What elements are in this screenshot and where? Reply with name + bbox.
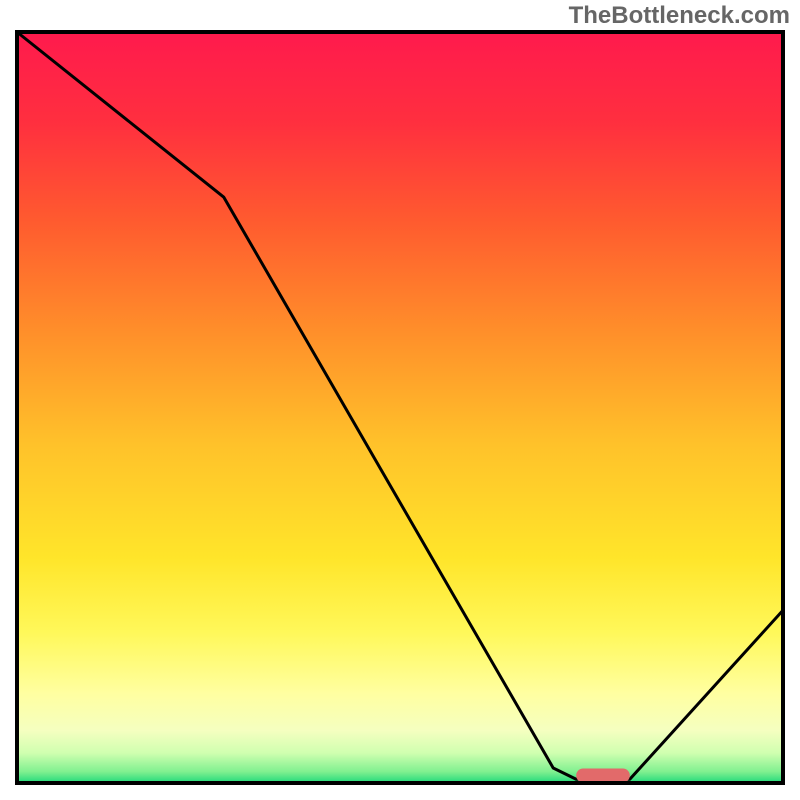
chart-container: TheBottleneck.com [0, 0, 800, 800]
bottleneck-chart [15, 30, 785, 785]
chart-frame [15, 30, 785, 785]
watermark-text: TheBottleneck.com [569, 2, 790, 30]
